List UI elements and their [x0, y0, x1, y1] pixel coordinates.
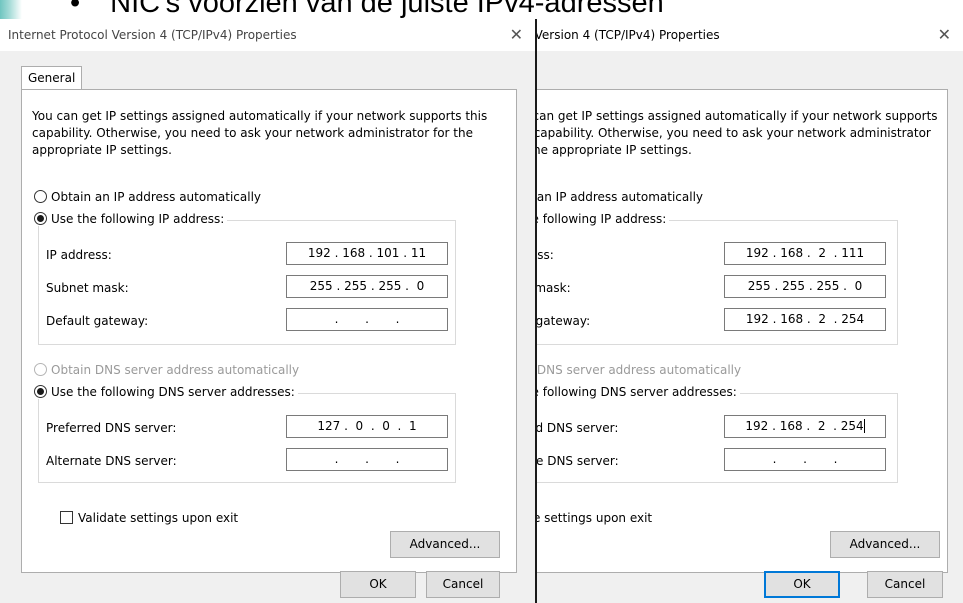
alternate-dns-label: Alternate DNS server:	[536, 454, 619, 468]
preferred-dns-field[interactable]: 127 . 0 . 0 . 1	[286, 415, 448, 438]
default-gateway-label: Default gateway:	[46, 314, 149, 328]
preferred-dns-label: Preferred DNS server:	[535, 421, 619, 435]
slide-title: • NIC's voorzien van de juiste IPv4-adres…	[70, 0, 950, 20]
alternate-dns-label: Alternate DNS server:	[46, 454, 177, 468]
ok-button[interactable]: OK	[340, 571, 416, 598]
obtain-ip-auto-label: Obtain an IP address automatically	[51, 190, 262, 204]
use-following-dns-label: Use the following DNS server addresses:	[537, 385, 737, 399]
subnet-mask-label: Subnet mask:	[535, 281, 571, 295]
ok-button[interactable]: OK	[764, 571, 840, 598]
obtain-dns-auto-radio[interactable]: Obtain DNS server address automatically	[536, 363, 742, 377]
preferred-dns-label: Preferred DNS server:	[46, 421, 177, 435]
advanced-button[interactable]: Advanced...	[390, 531, 500, 558]
radio-disabled-icon	[34, 363, 47, 376]
obtain-ip-auto-radio[interactable]: Obtain an IP address automatically	[34, 190, 261, 204]
ip-address-label: IP address:	[46, 248, 112, 262]
radio-selected-icon	[34, 212, 47, 225]
cancel-button[interactable]: Cancel	[426, 571, 500, 598]
obtain-ip-auto-radio[interactable]: Obtain an IP address automatically	[536, 190, 704, 204]
obtain-ip-auto-label: Obtain an IP address automatically	[536, 190, 704, 204]
alternate-dns-field[interactable]: . . .	[286, 448, 448, 471]
validate-settings-label: Validate settings upon exit	[78, 511, 239, 525]
obtain-dns-auto-label: Obtain DNS server address automatically	[51, 363, 300, 377]
alternate-dns-field[interactable]: . . .	[724, 448, 886, 471]
obtain-dns-auto-radio[interactable]: Obtain DNS server address automatically	[34, 363, 299, 377]
dialog-titlebar: Internet Protocol Version 4 (TCP/IPv4) P…	[537, 19, 963, 51]
ip-address-label: IP address:	[537, 248, 554, 262]
text-caret	[863, 419, 865, 433]
use-following-dns-radio[interactable]: Use the following DNS server addresses:	[34, 385, 298, 399]
ipv4-properties-dialog-right: Internet Protocol Version 4 (TCP/IPv4) P…	[535, 19, 963, 603]
advanced-button[interactable]: Advanced...	[830, 531, 940, 558]
ip-address-field[interactable]: 192 . 168 . 2 . 111	[724, 242, 886, 265]
use-following-dns-label: Use the following DNS server addresses:	[51, 385, 295, 399]
tab-general[interactable]: General	[21, 66, 82, 90]
obtain-dns-auto-label: Obtain DNS server address automatically	[536, 363, 742, 377]
preferred-dns-value: 192 . 168 . 2 . 254	[745, 419, 864, 433]
dialog-titlebar: Internet Protocol Version 4 (TCP/IPv4) P…	[0, 19, 535, 51]
use-following-ip-radio[interactable]: Use the following IP address:	[34, 212, 228, 226]
description-text: You can get IP settings assigned automat…	[535, 109, 938, 157]
checkbox-icon	[60, 511, 73, 524]
radio-selected-icon	[34, 385, 47, 398]
bullet-point: •	[70, 0, 81, 19]
slide-title-text: NIC's voorzien van de juiste IPv4-adress…	[110, 0, 664, 19]
general-panel: You can get IP settings assigned automat…	[21, 89, 517, 573]
close-icon[interactable]: ✕	[938, 19, 951, 51]
subnet-mask-field[interactable]: 255 . 255 . 255 . 0	[724, 275, 886, 298]
cancel-button[interactable]: Cancel	[867, 571, 943, 598]
validate-settings-label: Validate settings upon exit	[537, 511, 653, 525]
use-following-ip-label: Use the following IP address:	[537, 212, 667, 226]
dialog-title: Internet Protocol Version 4 (TCP/IPv4) P…	[537, 28, 720, 42]
use-following-ip-radio[interactable]: Use the following IP address:	[537, 212, 670, 226]
ipv4-properties-dialog-left: Internet Protocol Version 4 (TCP/IPv4) P…	[0, 19, 537, 603]
validate-settings-checkbox[interactable]: Validate settings upon exit	[60, 511, 238, 525]
default-gateway-label: Default gateway:	[535, 314, 591, 328]
radio-icon	[34, 190, 47, 203]
default-gateway-field[interactable]: . . .	[286, 308, 448, 331]
preferred-dns-field[interactable]: 192 . 168 . 2 . 254	[724, 415, 886, 438]
description-text: You can get IP settings assigned automat…	[32, 109, 488, 157]
use-following-ip-label: Use the following IP address:	[51, 212, 225, 226]
general-panel: You can get IP settings assigned automat…	[535, 89, 948, 573]
validate-settings-checkbox[interactable]: Validate settings upon exit	[537, 511, 653, 525]
use-following-dns-radio[interactable]: Use the following DNS server addresses:	[537, 385, 740, 399]
dialog-title: Internet Protocol Version 4 (TCP/IPv4) P…	[8, 28, 297, 42]
default-gateway-field[interactable]: 192 . 168 . 2 . 254	[724, 308, 886, 331]
subnet-mask-field[interactable]: 255 . 255 . 255 . 0	[286, 275, 448, 298]
ip-address-field[interactable]: 192 . 168 . 101 . 11	[286, 242, 448, 265]
close-icon[interactable]: ✕	[510, 19, 523, 51]
subnet-mask-label: Subnet mask:	[46, 281, 129, 295]
